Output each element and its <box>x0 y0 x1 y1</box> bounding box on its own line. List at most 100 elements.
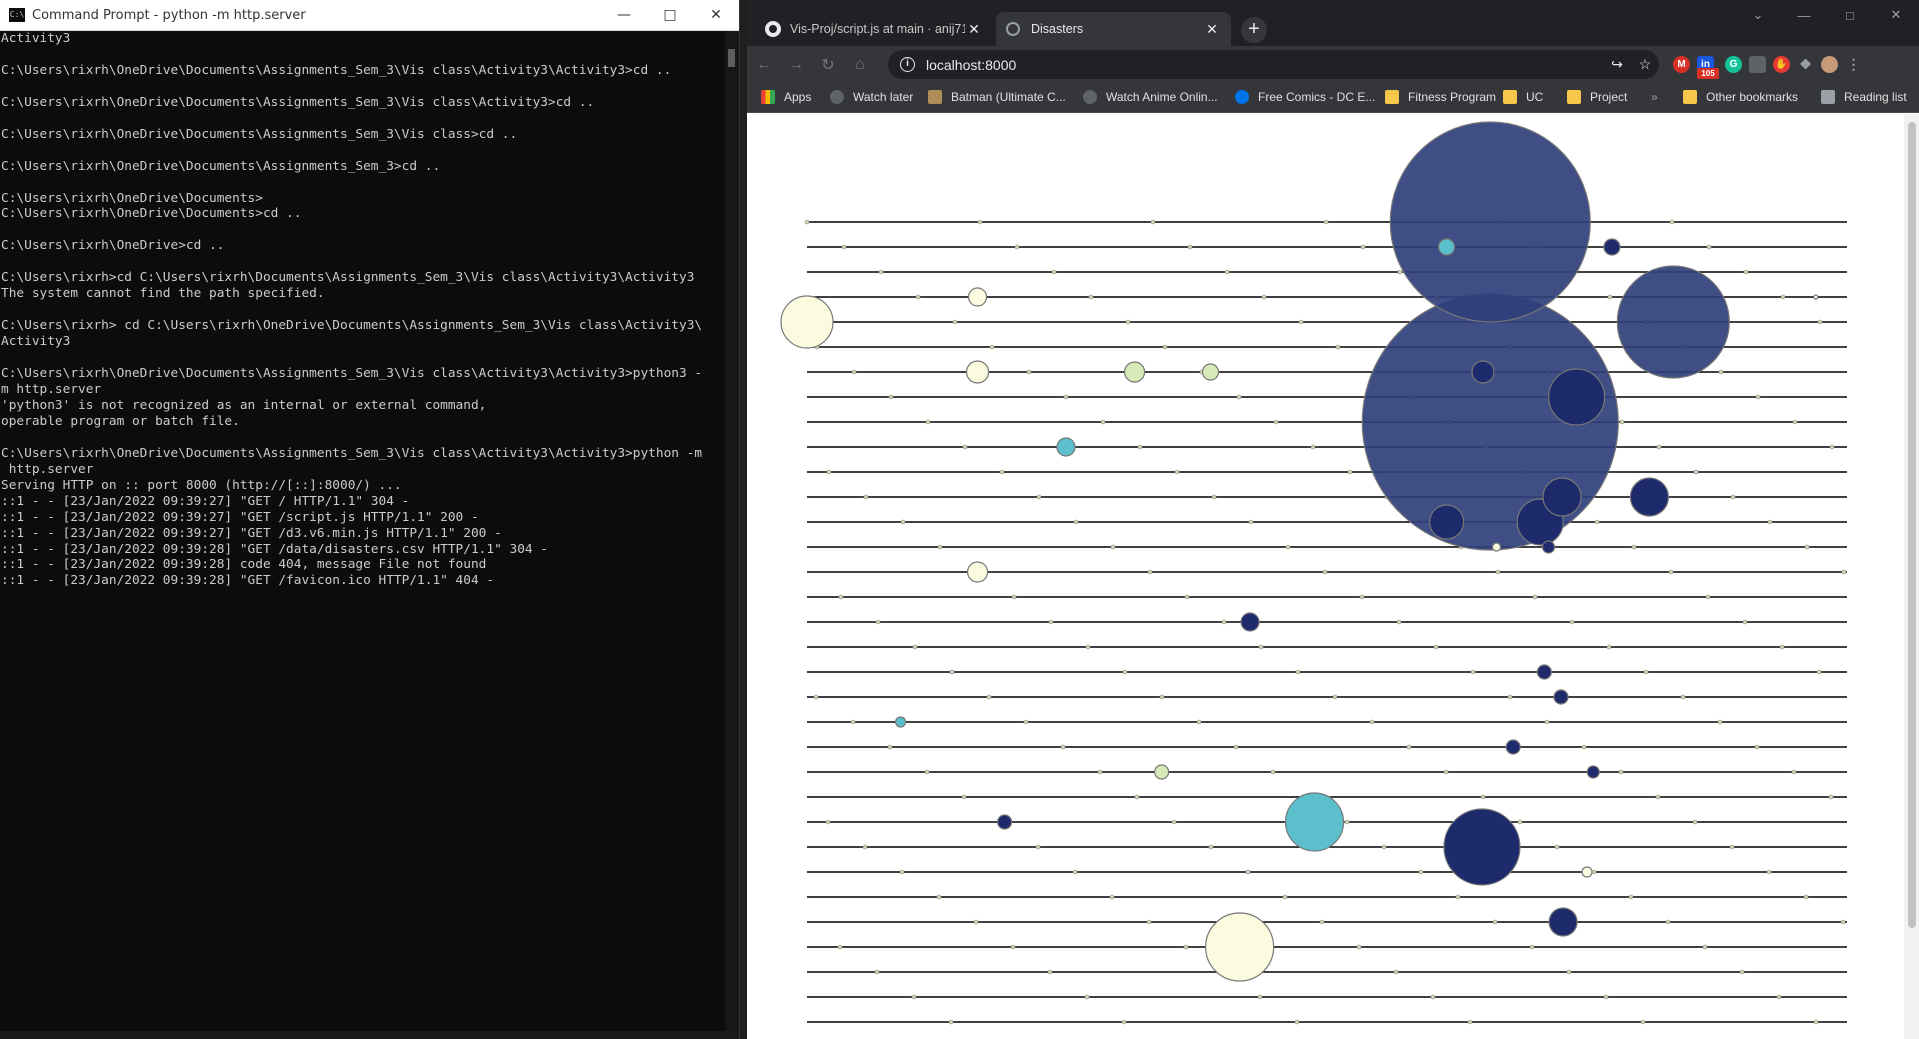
bookmarks-overflow-chevron[interactable]: » <box>1651 90 1658 104</box>
event-dot[interactable] <box>1705 594 1711 600</box>
close-button[interactable]: ✕ <box>1873 0 1919 30</box>
event-dot[interactable] <box>1110 544 1116 550</box>
event-dot[interactable] <box>973 919 979 925</box>
event-dot[interactable] <box>863 494 869 500</box>
event-dot[interactable] <box>1813 1019 1819 1025</box>
event-dot[interactable] <box>1669 219 1675 225</box>
event-dot[interactable] <box>1816 669 1822 675</box>
event-dot[interactable] <box>1109 894 1115 900</box>
event-dot[interactable] <box>1150 219 1156 225</box>
disaster-bubble[interactable] <box>1201 363 1220 381</box>
event-dot[interactable] <box>1803 894 1809 900</box>
event-dot[interactable] <box>1347 469 1353 475</box>
event-dot[interactable] <box>1618 769 1624 775</box>
event-dot[interactable] <box>1581 744 1587 750</box>
disaster-bubble[interactable] <box>1547 368 1606 426</box>
event-dot[interactable] <box>986 694 992 700</box>
event-dot[interactable] <box>1631 544 1637 550</box>
event-dot[interactable] <box>1603 994 1609 1000</box>
event-dot[interactable] <box>1026 369 1032 375</box>
event-dot[interactable] <box>804 219 810 225</box>
event-dot[interactable] <box>1692 819 1698 825</box>
event-dot[interactable] <box>1335 344 1341 350</box>
event-dot[interactable] <box>1780 294 1786 300</box>
event-dot[interactable] <box>1569 619 1575 625</box>
event-dot[interactable] <box>1121 1019 1127 1025</box>
event-dot[interactable] <box>1248 519 1254 525</box>
event-dot[interactable] <box>915 294 921 300</box>
tab-search-icon[interactable]: ⌄ <box>1735 0 1781 30</box>
event-dot[interactable] <box>1743 269 1749 275</box>
event-dot[interactable] <box>1829 444 1835 450</box>
event-dot[interactable] <box>1619 419 1625 425</box>
event-dot[interactable] <box>1779 644 1785 650</box>
event-dot[interactable] <box>1396 619 1402 625</box>
event-dot[interactable] <box>1680 694 1686 700</box>
event-dot[interactable] <box>1693 469 1699 475</box>
disaster-bubble[interactable] <box>1240 612 1260 632</box>
event-dot[interactable] <box>1211 494 1217 500</box>
adblock-icon[interactable]: ✋ <box>1773 56 1790 73</box>
disaster-bubble[interactable] <box>967 287 988 307</box>
event-dot[interactable] <box>1147 569 1153 575</box>
event-dot[interactable] <box>1381 844 1387 850</box>
event-dot[interactable] <box>1544 719 1550 725</box>
event-dot[interactable] <box>1122 669 1128 675</box>
event-dot[interactable] <box>1159 694 1165 700</box>
event-dot[interactable] <box>1742 619 1748 625</box>
event-dot[interactable] <box>1397 269 1403 275</box>
event-dot[interactable] <box>1840 919 1846 925</box>
disaster-bubble[interactable] <box>1553 689 1569 705</box>
disaster-bubble[interactable] <box>1548 907 1578 937</box>
page-viewport[interactable] <box>747 114 1904 1039</box>
extensions-puzzle-icon[interactable]: ❖ <box>1797 56 1814 73</box>
event-dot[interactable] <box>1060 744 1066 750</box>
event-dot[interactable] <box>1628 894 1634 900</box>
event-dot[interactable] <box>1047 969 1053 975</box>
event-dot[interactable] <box>1270 769 1276 775</box>
event-dot[interactable] <box>1208 844 1214 850</box>
event-dot[interactable] <box>1804 544 1810 550</box>
event-dot[interactable] <box>977 219 983 225</box>
bookmark-other[interactable]: Other bookmarks <box>1683 90 1798 104</box>
event-dot[interactable] <box>1360 244 1366 250</box>
event-dot[interactable] <box>925 419 931 425</box>
event-dot[interactable] <box>999 469 1005 475</box>
event-dot[interactable] <box>1656 444 1662 450</box>
tab-disasters[interactable]: Disasters ✕ <box>996 12 1231 46</box>
disaster-bubble[interactable] <box>1491 542 1502 552</box>
event-dot[interactable] <box>1828 794 1834 800</box>
event-dot[interactable] <box>862 844 868 850</box>
disaster-bubble[interactable] <box>1437 238 1456 256</box>
site-info-icon[interactable]: i <box>900 57 915 72</box>
event-dot[interactable] <box>1171 819 1177 825</box>
event-dot[interactable] <box>1285 544 1291 550</box>
event-dot[interactable] <box>1495 569 1501 575</box>
event-dot[interactable] <box>989 344 995 350</box>
disaster-bubble[interactable] <box>1616 265 1730 379</box>
event-dot[interactable] <box>1717 719 1723 725</box>
cmd-scrollbar[interactable] <box>725 31 739 1031</box>
event-dot[interactable] <box>1492 919 1498 925</box>
bookmark-fitness[interactable]: Fitness Program <box>1385 90 1496 104</box>
event-dot[interactable] <box>1418 869 1424 875</box>
reading-list-button[interactable]: Reading list <box>1821 90 1907 104</box>
event-dot[interactable] <box>1517 819 1523 825</box>
event-dot[interactable] <box>1607 294 1613 300</box>
bookmark-watch-later[interactable]: Watch later <box>830 90 913 104</box>
minimize-button[interactable]: — <box>1781 0 1827 30</box>
event-dot[interactable] <box>1298 319 1304 325</box>
event-dot[interactable] <box>1282 894 1288 900</box>
disaster-bubble[interactable] <box>1428 504 1465 540</box>
disaster-bubble[interactable] <box>1471 360 1495 384</box>
bookmark-star-icon[interactable]: ☆ <box>1631 56 1659 73</box>
event-dot[interactable] <box>1196 719 1202 725</box>
event-dot[interactable] <box>1766 869 1772 875</box>
event-dot[interactable] <box>936 894 942 900</box>
event-dot[interactable] <box>1224 269 1230 275</box>
address-bar[interactable]: i localhost:8000 ↪ ☆ <box>888 50 1659 79</box>
disaster-bubble[interactable] <box>895 716 907 728</box>
event-dot[interactable] <box>1295 669 1301 675</box>
event-dot[interactable] <box>1073 519 1079 525</box>
event-dot[interactable] <box>1187 244 1193 250</box>
